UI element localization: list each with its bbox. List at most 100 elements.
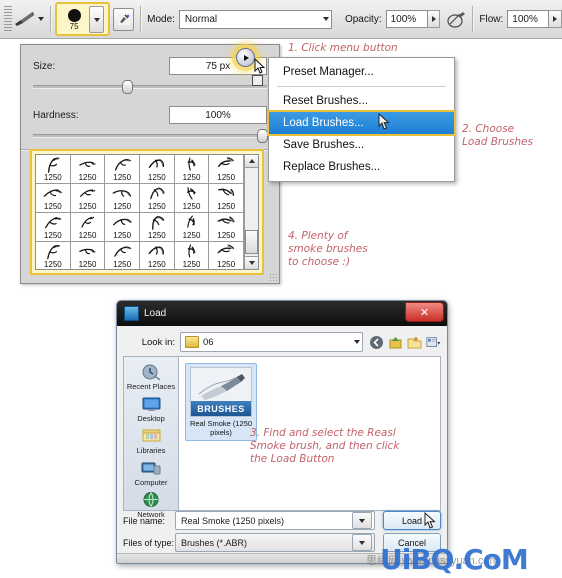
hardness-value: 100% <box>205 109 231 121</box>
slider-knob[interactable] <box>257 129 268 143</box>
opacity-pressure-icon[interactable] <box>447 9 466 30</box>
menu-item-preset-manager[interactable]: Preset Manager... <box>269 61 454 83</box>
brush-cell[interactable]: 1250 <box>174 184 210 213</box>
slider-knob[interactable] <box>121 80 133 94</box>
menu-item-replace-brushes[interactable]: Replace Brushes... <box>269 156 454 178</box>
scrollbar-thumb[interactable] <box>245 230 258 254</box>
brush-cell[interactable]: 1250 <box>36 184 71 213</box>
place-libraries[interactable]: Libraries <box>125 426 177 455</box>
watermark: UiBQ.CoM <box>380 543 529 576</box>
file-type-value: Brushes (*.ABR) <box>181 537 248 548</box>
back-icon[interactable] <box>369 335 384 350</box>
menu-item-save-brushes[interactable]: Save Brushes... <box>269 134 454 156</box>
file-name-chevron-down-icon[interactable] <box>352 512 372 529</box>
brush-cell-size-label: 1250 <box>217 260 236 269</box>
file-name-input[interactable]: Real Smoke (1250 pixels) <box>175 511 375 530</box>
toolbar-drag-grip[interactable] <box>4 6 13 32</box>
opacity-slider-toggle[interactable] <box>427 10 441 28</box>
toolbar-separator <box>50 6 52 32</box>
desktop-icon <box>140 394 162 414</box>
brush-grid[interactable]: 1250 1250 1250 1250 1250 1250 1250 1250 1250 1250… <box>35 154 259 270</box>
place-label: Computer <box>134 478 168 487</box>
places-sidebar[interactable]: Recent Places Desktop Libraries Computer… <box>123 356 178 519</box>
brush-cell-size-label: 1250 <box>78 173 97 182</box>
brush-tool-chevron-down-icon[interactable] <box>38 17 45 21</box>
brush-cell[interactable]: 1250 <box>105 184 140 213</box>
brush-cell[interactable]: 1250 <box>36 155 71 184</box>
file-type-chevron-down-icon[interactable] <box>352 534 372 551</box>
brush-cell[interactable]: 1250 <box>209 213 244 242</box>
brush-cell[interactable]: 1250 <box>70 155 106 184</box>
chevron-down-icon <box>93 17 100 22</box>
file-type-select[interactable]: Brushes (*.ABR) <box>175 533 375 552</box>
brush-cell[interactable]: 1250 <box>140 213 175 242</box>
brush-thumbnail <box>105 155 139 173</box>
brush-cell[interactable]: 1250 <box>209 242 244 269</box>
new-folder-icon[interactable] <box>407 335 422 350</box>
panel-resize-grip[interactable] <box>269 273 277 281</box>
opacity-input[interactable]: 100% <box>385 10 428 28</box>
brush-grid-scrollbar[interactable] <box>244 155 258 269</box>
brush-panel-flyout-menu[interactable]: Preset Manager... Reset Brushes... Load … <box>267 57 456 182</box>
computer-icon <box>140 458 162 478</box>
hardness-slider[interactable] <box>33 129 268 143</box>
brush-cell[interactable]: 1250 <box>36 213 71 242</box>
brush-cell-size-label: 1250 <box>182 231 201 240</box>
brush-cell[interactable]: 1250 <box>70 184 106 213</box>
brush-preset-chevron-down-icon[interactable] <box>89 6 105 33</box>
brush-cell[interactable]: 1250 <box>140 184 175 213</box>
brush-cell-list[interactable]: 1250 1250 1250 1250 1250 1250 1250 1250 1250 1250… <box>36 155 244 269</box>
scroll-down-button[interactable] <box>245 256 258 269</box>
toggle-airbrush-button[interactable] <box>113 7 135 31</box>
dialog-title-bar[interactable]: Load ✕ <box>117 301 447 326</box>
hardness-input[interactable]: 100% <box>169 106 267 124</box>
brush-cell-size-label: 1250 <box>113 202 132 211</box>
hardness-label: Hardness: <box>33 109 79 121</box>
look-in-select[interactable]: 06 <box>180 332 363 352</box>
place-recent-places[interactable]: Recent Places <box>125 362 177 391</box>
brush-preset-picker[interactable]: 75 <box>55 2 111 36</box>
brush-cell[interactable]: 1250 <box>70 213 106 242</box>
chevron-right-icon <box>431 16 436 22</box>
brush-tip-dot-icon <box>67 8 81 22</box>
brush-thumbnail <box>175 242 209 260</box>
flow-slider-toggle[interactable] <box>549 10 562 28</box>
close-icon[interactable]: ✕ <box>405 302 444 322</box>
mouse-cursor-icon <box>254 58 265 74</box>
brush-cell[interactable]: 1250 <box>140 242 175 269</box>
place-desktop[interactable]: Desktop <box>125 394 177 423</box>
scroll-up-button[interactable] <box>245 155 258 168</box>
file-type-label: Files of type: <box>123 537 175 548</box>
file-item-real-smoke[interactable]: BRUSHES Real Smoke (1250 pixels) <box>185 363 257 441</box>
menu-item-reset-brushes[interactable]: Reset Brushes... <box>269 90 454 112</box>
chevron-down-icon <box>248 261 255 265</box>
toolbar-separator-2 <box>140 6 142 32</box>
brush-cell[interactable]: 1250 <box>105 213 140 242</box>
chevron-right-icon <box>553 16 558 22</box>
mode-value: Normal <box>184 13 218 25</box>
brush-cell[interactable]: 1250 <box>105 155 140 184</box>
menu-item-load-brushes[interactable]: Load Brushes... <box>267 110 456 136</box>
menu-item-label: Replace Brushes... <box>283 161 381 173</box>
brush-cell[interactable]: 1250 <box>105 242 140 269</box>
brush-cell[interactable]: 1250 <box>140 155 175 184</box>
up-folder-icon[interactable] <box>388 335 403 350</box>
panel-menu-button[interactable] <box>236 48 255 67</box>
place-computer[interactable]: Computer <box>125 458 177 487</box>
mode-select[interactable]: Normal <box>178 9 333 29</box>
brush-cell[interactable]: 1250 <box>209 155 244 184</box>
brush-cell[interactable]: 1250 <box>70 242 106 269</box>
brush-thumbnail <box>71 242 105 260</box>
file-item-label: Real Smoke (1250 pixels) <box>189 419 253 437</box>
brush-cell[interactable]: 1250 <box>174 155 210 184</box>
brush-cell[interactable]: 1250 <box>174 242 210 269</box>
flow-input[interactable]: 100% <box>507 10 550 28</box>
size-slider[interactable] <box>33 80 267 94</box>
file-name-label: File name: <box>123 515 166 526</box>
brush-cell[interactable]: 1250 <box>209 184 244 213</box>
views-icon[interactable] <box>426 335 441 350</box>
brush-cell[interactable]: 1250 <box>174 213 210 242</box>
network-icon <box>140 490 162 510</box>
brush-tool-button[interactable] <box>12 7 35 31</box>
brush-cell[interactable]: 1250 <box>36 242 71 269</box>
